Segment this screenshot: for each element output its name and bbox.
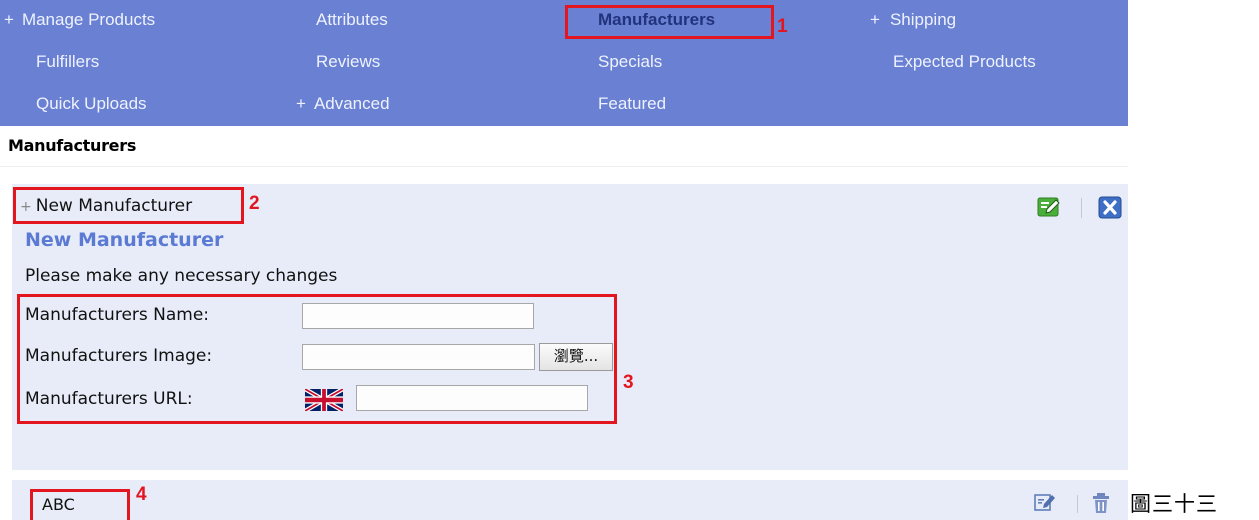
annotation-box-1 <box>565 5 774 39</box>
nav-quick-uploads[interactable]: Quick Uploads <box>36 84 147 126</box>
nav-specials[interactable]: Specials <box>598 42 662 84</box>
annotation-box-2 <box>13 187 244 224</box>
form-instructions: Please make any necessary changes <box>25 266 338 286</box>
expand-plus-icon: + <box>296 94 306 113</box>
nav-featured[interactable]: Featured <box>598 84 666 126</box>
nav-attributes[interactable]: Attributes <box>316 0 388 42</box>
nav-fulfillers[interactable]: Fulfillers <box>36 42 99 84</box>
title-divider <box>0 166 1128 167</box>
form-title: New Manufacturer <box>25 229 224 251</box>
close-icon[interactable] <box>1098 196 1122 219</box>
icon-divider <box>1077 495 1078 513</box>
nav-advanced[interactable]: + Advanced <box>296 84 390 126</box>
annotation-number-4: 4 <box>136 484 147 505</box>
annotation-number-1: 1 <box>777 16 788 37</box>
annotation-number-2: 2 <box>249 193 260 214</box>
nav-manage-products[interactable]: + Manage Products <box>4 0 155 42</box>
edit-icon[interactable] <box>1037 196 1061 218</box>
expand-plus-icon: + <box>870 10 880 29</box>
icon-divider <box>1081 198 1082 218</box>
table-row <box>12 480 1128 520</box>
annotation-number-3: 3 <box>623 372 634 393</box>
annotation-box-3 <box>17 294 617 424</box>
nav-reviews[interactable]: Reviews <box>316 42 380 84</box>
nav-expected-products[interactable]: Expected Products <box>893 42 1036 84</box>
nav-shipping[interactable]: + Shipping <box>870 0 956 42</box>
page-title: Manufacturers <box>8 136 137 155</box>
top-navigation: + Manage Products Attributes Manufacturer… <box>0 0 1128 126</box>
expand-plus-icon: + <box>4 10 14 29</box>
annotation-box-4 <box>30 489 130 520</box>
delete-icon[interactable] <box>1091 492 1111 514</box>
figure-caption: 圖三十三 <box>1130 492 1218 516</box>
edit-icon[interactable] <box>1034 492 1056 512</box>
